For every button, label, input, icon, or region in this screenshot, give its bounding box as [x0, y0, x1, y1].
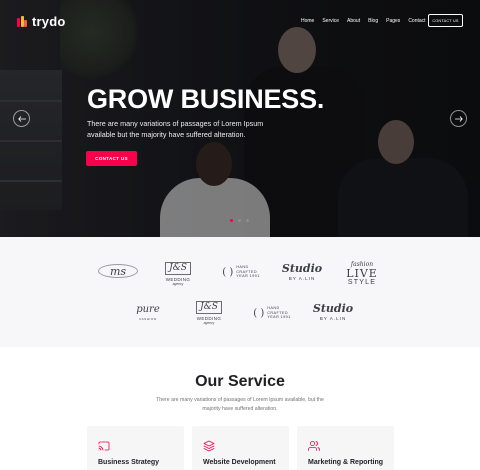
service-card-title: Marketing & Reporting [308, 459, 384, 466]
brand-subtitle: FASHION [139, 317, 157, 321]
service-section-title: Our Service [195, 373, 285, 390]
service-card-marketing-reporting[interactable]: Marketing & Reporting [297, 426, 394, 470]
brand-name: Studio [312, 302, 354, 315]
brand-name: J&S [165, 262, 191, 275]
brand-text: YEAR 1991 [236, 274, 260, 279]
brand-name: pure [136, 304, 160, 315]
nav-item-blog[interactable]: Blog [368, 18, 378, 24]
hero-title: GROW BUSINESS. [87, 84, 325, 114]
brand-text: YEAR 1991 [267, 315, 291, 320]
hero-slider: trydo Home Service About Blog Pages Cont… [0, 0, 480, 237]
main-nav: Home Service About Blog Pages Contact [301, 18, 426, 24]
cast-icon [98, 441, 110, 451]
nav-item-pages[interactable]: Pages [386, 18, 400, 24]
arrow-right-icon [454, 115, 463, 122]
brand-logo-studio[interactable]: Studio BY A.LIN [311, 301, 355, 323]
brand-logo-hand-crafted[interactable]: ( ) HAND CRAFTED YEAR 1991 [220, 265, 262, 279]
slider-next-button[interactable] [450, 110, 467, 127]
brand-logo-fashion-live[interactable]: fashion LIVE STYLE [340, 258, 384, 288]
service-card-website-development[interactable]: Website Development [192, 426, 289, 470]
brand-logos-section: ms J&S WEDDING agency ( ) HAND CRAFTED Y… [0, 237, 480, 347]
logo-text: trydo [32, 14, 66, 29]
logo-bars-icon [17, 16, 27, 27]
brand-logo-js-wedding[interactable]: J&S WEDDING agency [160, 259, 196, 289]
logo-bar [24, 20, 27, 27]
brand-tagline: agency [203, 321, 215, 325]
service-section-description: There are many variations of passages of… [156, 397, 324, 412]
brand-logo-pure[interactable]: pure FASHION [127, 304, 169, 322]
site-logo[interactable]: trydo [17, 14, 66, 29]
brand-logo-ms[interactable]: ms [98, 261, 138, 281]
slider-dot[interactable] [246, 219, 249, 222]
nav-item-home[interactable]: Home [301, 18, 314, 24]
users-icon [308, 441, 320, 451]
slider-dot[interactable] [238, 219, 241, 222]
brand-mark: ( ) [253, 307, 265, 319]
brand-subtitle: STYLE [347, 278, 377, 286]
hero-lead: There are many variations of passages of… [87, 119, 264, 139]
hero-contact-button[interactable]: CONTACT US [86, 151, 137, 166]
brand-name: J&S [196, 301, 222, 314]
brand-subtitle: BY A.LIN [319, 316, 347, 321]
service-card-business-strategy[interactable]: Business Strategy [87, 426, 184, 470]
layers-icon [203, 440, 215, 452]
arrow-left-icon [17, 115, 26, 122]
nav-item-contact[interactable]: Contact [408, 18, 425, 24]
brand-tagline: agency [172, 282, 184, 286]
brand-logo-hand-crafted[interactable]: ( ) HAND CRAFTED YEAR 1991 [251, 306, 293, 320]
header-contact-button[interactable]: CONTACT US [428, 14, 463, 27]
nav-item-about[interactable]: About [347, 18, 360, 24]
slider-dots [230, 219, 249, 222]
slider-dot[interactable] [230, 219, 233, 222]
slider-prev-button[interactable] [13, 110, 30, 127]
nav-item-service[interactable]: Service [322, 18, 339, 24]
service-card-title: Website Development [203, 459, 276, 466]
brand-logo-studio[interactable]: Studio BY A.LIN [280, 261, 324, 283]
brand-name: LIVE [346, 266, 378, 280]
brand-mark: ( ) [222, 266, 234, 278]
brand-subtitle: BY A.LIN [288, 276, 316, 281]
service-card-title: Business Strategy [98, 459, 160, 466]
logo-bar [17, 18, 20, 27]
brand-name: Studio [281, 262, 323, 275]
ring-icon [98, 264, 138, 278]
brand-logo-js-wedding[interactable]: J&S WEDDING agency [191, 298, 227, 328]
